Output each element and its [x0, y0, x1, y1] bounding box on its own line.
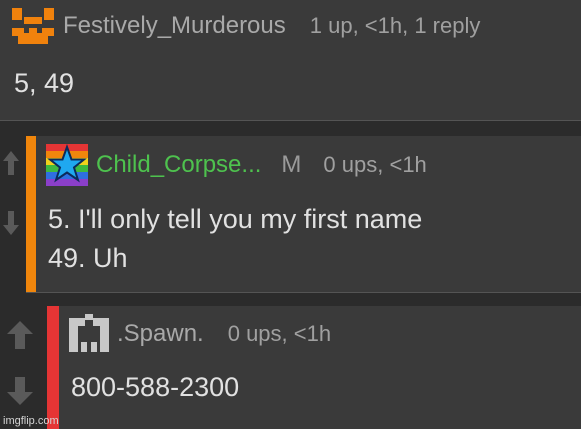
comment-festively-murderous: Festively_Murderous 1 up, <1h, 1 reply 5… — [0, 0, 581, 121]
mod-badge: M — [281, 151, 302, 178]
comment-header: Festively_Murderous 1 up, <1h, 1 reply — [10, 4, 480, 48]
comment-meta: 0 ups, <1h — [227, 321, 332, 346]
comment-line: 49. Uh — [48, 243, 128, 273]
comment-line: 800-588-2300 — [71, 372, 240, 402]
username[interactable]: .Spawn. — [117, 320, 204, 348]
comment-panel: .Spawn. 0 ups, <1h 800-588-2300 — [47, 306, 581, 429]
downvote-arrow-icon — [2, 210, 20, 241]
watermark: imgflip.com — [3, 415, 59, 427]
comment-panel: Child_Corpse... M 0 ups, <1h 5. I'll onl… — [26, 136, 581, 293]
upvote-arrow-icon — [6, 320, 34, 355]
divider — [0, 120, 581, 121]
rainbow-star-icon[interactable] — [46, 144, 88, 186]
downvote-button[interactable] — [0, 206, 22, 244]
comment-spawn: .Spawn. 0 ups, <1h 800-588-2300 — [0, 306, 581, 429]
username[interactable]: Child_Corpse... — [96, 151, 261, 179]
comment-body: 800-588-2300 — [71, 368, 239, 407]
upvote-button[interactable] — [0, 318, 40, 356]
jack-o-lantern-face-icon[interactable] — [10, 4, 56, 48]
comment-header: .Spawn. 0 ups, <1h — [67, 312, 331, 356]
username[interactable]: Festively_Murderous — [63, 12, 286, 40]
upvote-arrow-icon — [2, 150, 20, 181]
downvote-button[interactable] — [0, 374, 40, 412]
vote-column — [0, 136, 22, 293]
comment-meta: 1 up, <1h, 1 reply — [309, 13, 481, 38]
vote-column — [0, 306, 40, 429]
accent-bar — [26, 136, 36, 293]
divider — [26, 292, 581, 293]
upvote-button[interactable] — [0, 146, 22, 184]
comment-body: 5, 49 — [14, 64, 74, 103]
pixel-robot-icon[interactable] — [67, 314, 111, 354]
comment-line: 5, 49 — [14, 68, 75, 98]
comment-body: 5. I'll only tell you my first name 49. … — [48, 200, 422, 278]
downvote-arrow-icon — [6, 376, 34, 411]
accent-bar — [47, 306, 59, 429]
comment-meta: 0 ups, <1h — [323, 152, 427, 177]
comment-line: 5. I'll only tell you my first name — [48, 204, 423, 234]
comment-header: Child_Corpse... M 0 ups, <1h — [46, 140, 427, 190]
comment-child-corpse: Child_Corpse... M 0 ups, <1h 5. I'll onl… — [0, 136, 581, 293]
